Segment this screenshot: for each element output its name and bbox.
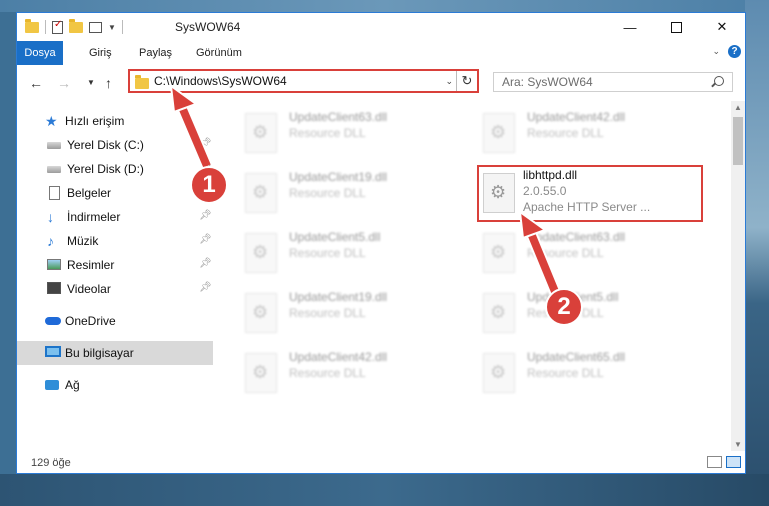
step-badge-2: 2 [545,288,583,326]
step-badge-1: 1 [190,166,228,204]
arrow-1 [169,83,213,169]
annotation-overlay [169,83,562,297]
arrow-2 [518,209,562,297]
